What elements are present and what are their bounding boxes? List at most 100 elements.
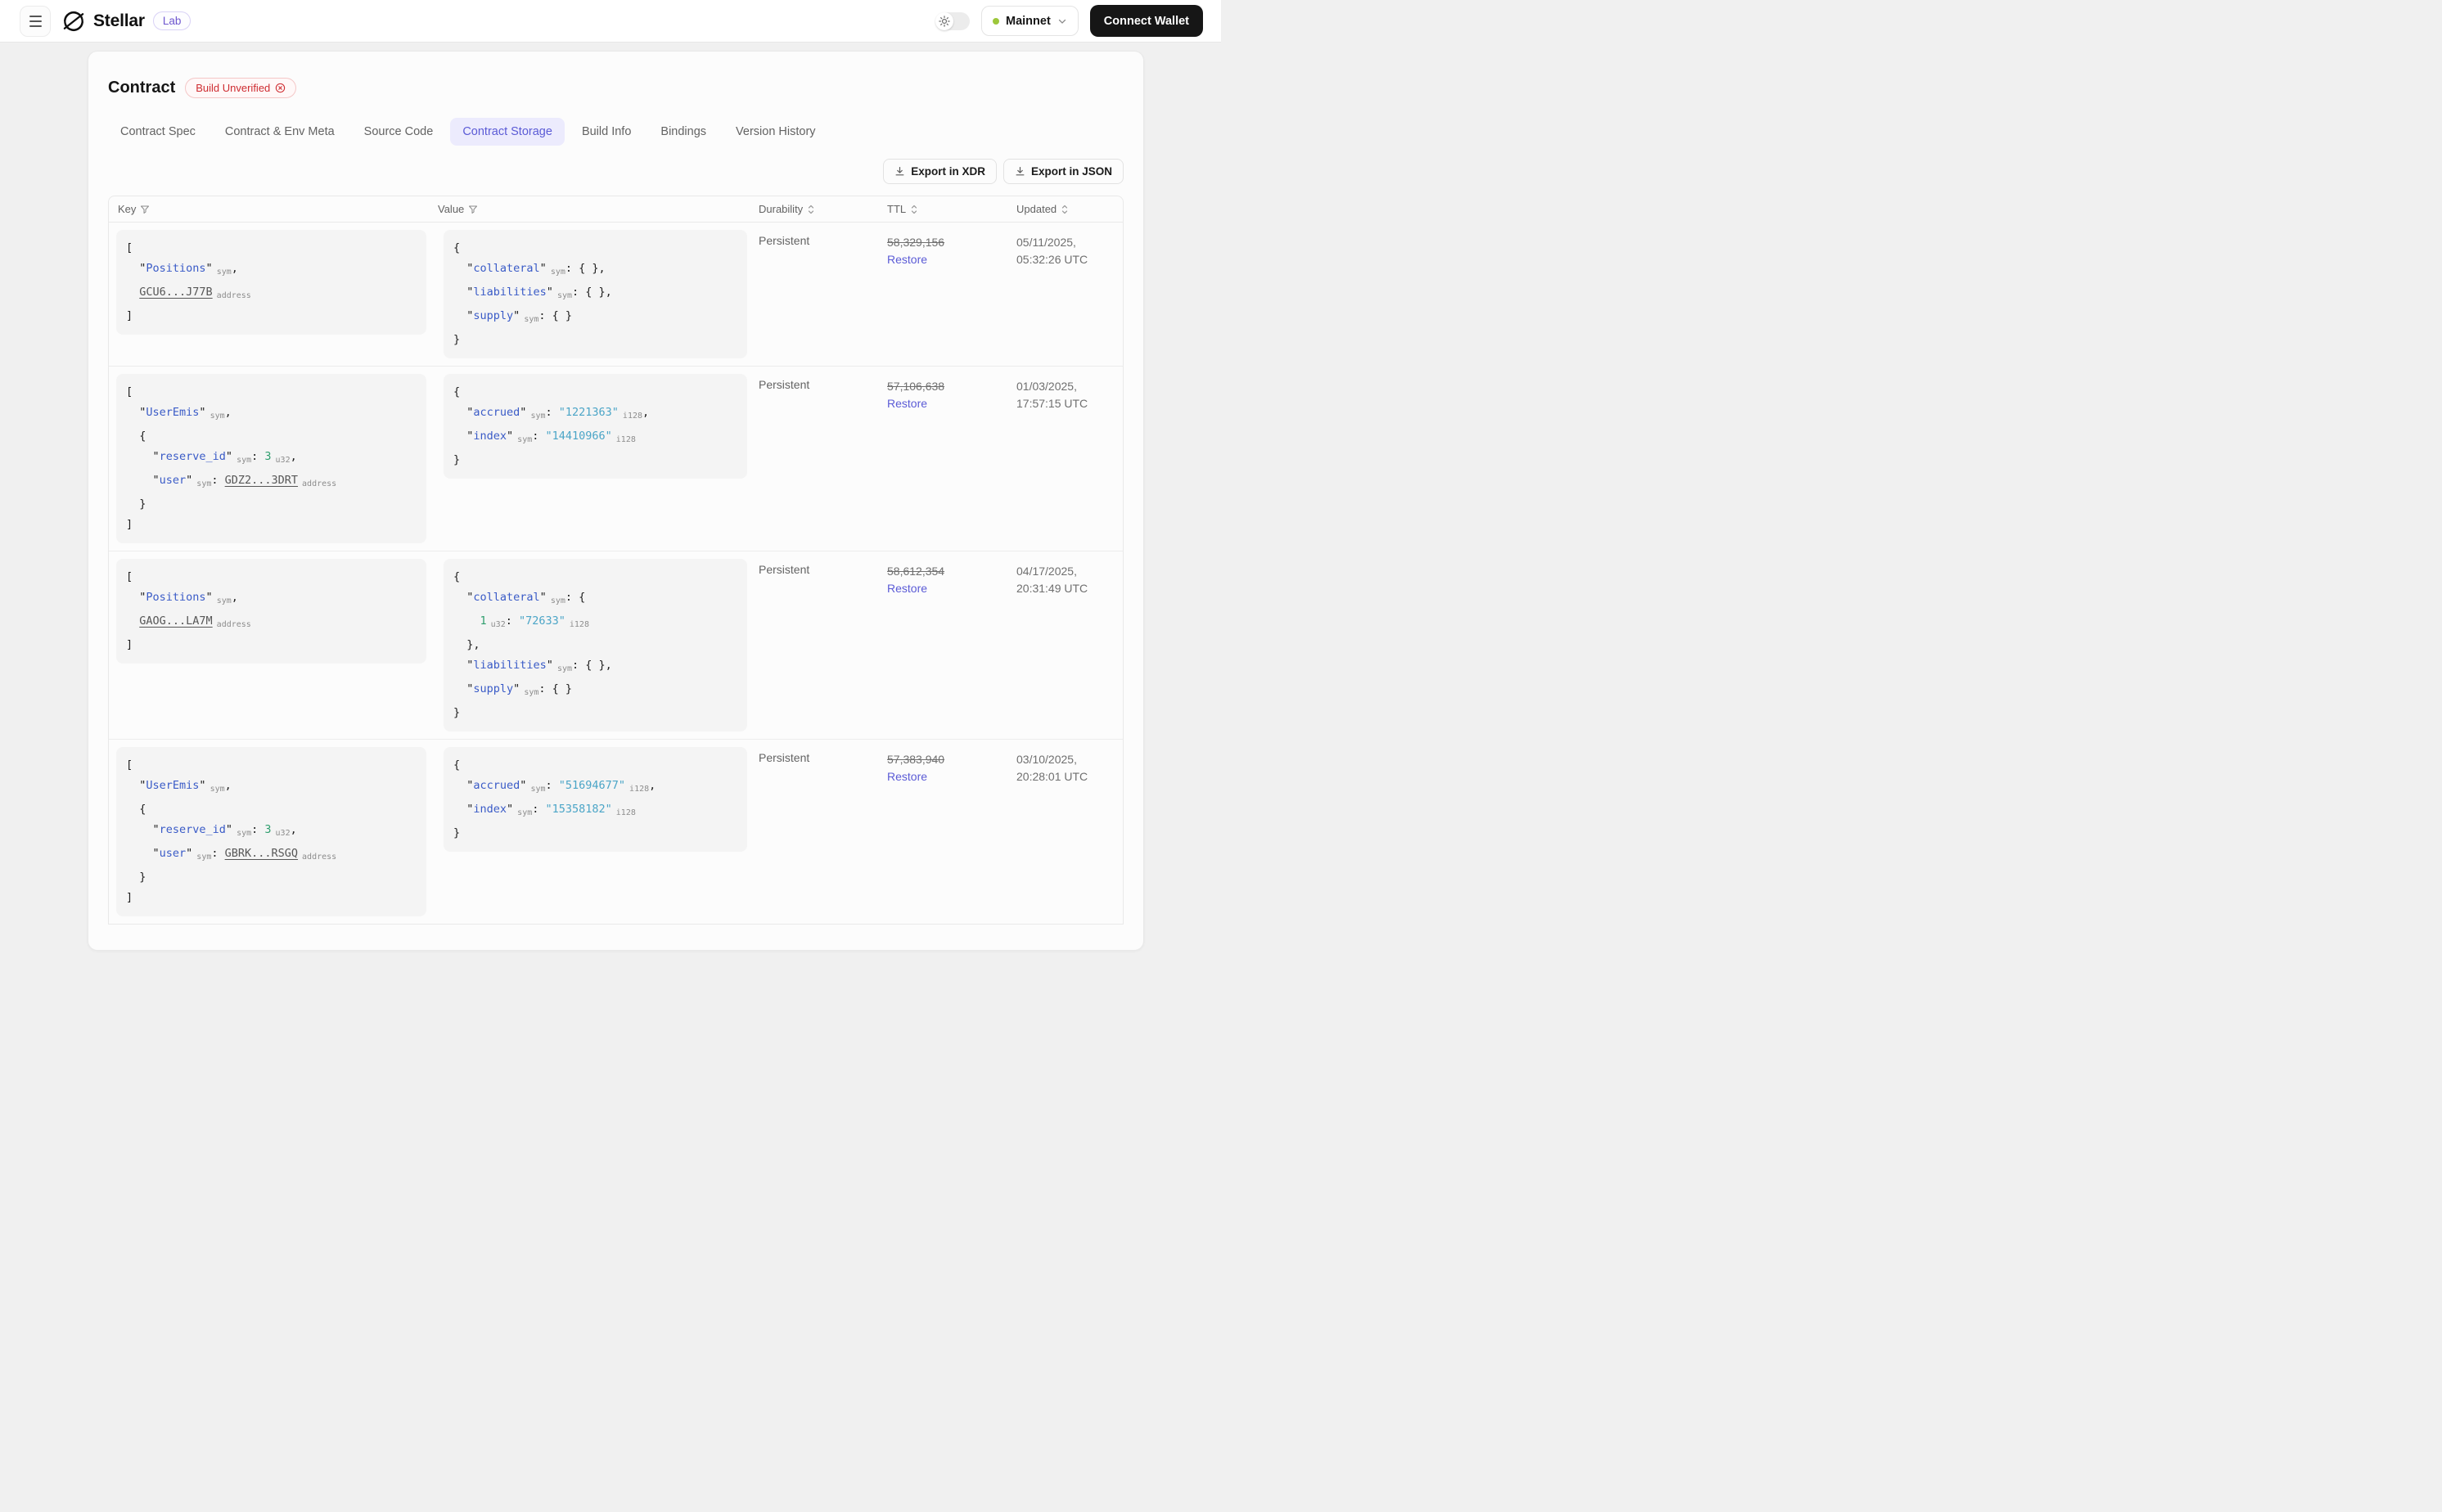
updated-line: 05:32:26 UTC (1016, 253, 1088, 266)
connect-wallet-button[interactable]: Connect Wallet (1089, 5, 1203, 37)
code-token: sym (524, 688, 539, 697)
table-row: [ "Positions" sym, GAOG...LA7M address]{ "… (109, 551, 1123, 740)
value-cell: { "accrued" sym: "1221363" i128, "index" sy… (436, 367, 757, 551)
brand[interactable]: Stellar Lab (62, 10, 191, 33)
code-line: GCU6...J77B address (126, 282, 417, 306)
code-token: { (453, 241, 461, 254)
filter-icon[interactable] (140, 205, 150, 214)
table-row: [ "UserEmis" sym, { "reserve_id" sym: 3 u32… (109, 740, 1123, 924)
restore-link[interactable]: Restore (887, 768, 927, 785)
build-unverified-label: Build Unverified (196, 82, 271, 94)
tab-contract-spec[interactable]: Contract Spec (108, 118, 208, 146)
tab-source-code[interactable]: Source Code (352, 118, 446, 146)
code-token: collateral (473, 591, 540, 604)
export-json-button[interactable]: Export in JSON (1002, 159, 1124, 184)
code-token: " (199, 406, 206, 419)
theme-toggle[interactable] (935, 11, 971, 30)
code-line: { (453, 382, 737, 403)
code-token: index (473, 803, 507, 816)
key-code-block: [ "UserEmis" sym, { "reserve_id" sym: 3 u32… (116, 374, 426, 543)
sort-icon[interactable] (910, 204, 918, 215)
tab-contract-storage[interactable]: Contract Storage (450, 118, 565, 146)
code-token: } (126, 871, 146, 884)
code-token: " (126, 450, 160, 463)
code-token: address (302, 479, 337, 488)
code-token: ] (126, 309, 133, 322)
durability-cell: Persistent (759, 751, 810, 764)
restore-link[interactable]: Restore (887, 580, 927, 597)
ttl-value: 58,329,156 (887, 236, 945, 249)
network-selector[interactable]: Mainnet (981, 6, 1079, 36)
restore-link[interactable]: Restore (887, 395, 927, 412)
circle-x-icon[interactable] (275, 83, 286, 93)
download-icon (1015, 166, 1025, 177)
filter-icon[interactable] (468, 205, 478, 214)
table-header-row: Key Value Durability TTL Updated (109, 196, 1123, 223)
code-token: { (453, 385, 461, 398)
code-token: sym (524, 315, 539, 324)
updated-cell: 01/03/2025, 17:57:15 UTC (1015, 367, 1123, 551)
column-header-key[interactable]: Key (109, 203, 436, 215)
address-link[interactable]: GBRK...RSGQ (225, 847, 298, 860)
sort-icon[interactable] (1061, 204, 1069, 215)
column-header-updated[interactable]: Updated (1015, 203, 1123, 215)
value-code-block: { "accrued" sym: "51694677" i128, "index" s… (444, 747, 747, 852)
code-token: : { } (538, 682, 573, 695)
code-token: ] (126, 891, 133, 904)
key-cell: [ "Positions" sym, GCU6...J77B address] (109, 223, 436, 366)
code-line: } (453, 450, 737, 470)
column-label: Durability (759, 203, 804, 215)
code-token: sym (196, 853, 212, 862)
column-header-value[interactable]: Value (436, 203, 757, 215)
code-token: sym (237, 829, 252, 838)
stellar-logo-icon (62, 10, 85, 33)
code-token: supply (473, 309, 514, 322)
code-token: : (211, 847, 225, 860)
restore-link[interactable]: Restore (887, 251, 927, 268)
code-token: " (126, 847, 160, 860)
ttl-cell: 57,383,940 Restore (885, 740, 1015, 924)
updated-line: 20:31:49 UTC (1016, 582, 1088, 595)
sort-icon[interactable] (807, 204, 815, 215)
code-token: " (126, 823, 160, 836)
code-token: " (225, 450, 233, 463)
address-link[interactable]: GDZ2...3DRT (225, 474, 298, 487)
key-code-block: [ "UserEmis" sym, { "reserve_id" sym: 3 u32… (116, 747, 426, 916)
value-code-block: { "collateral" sym: { 1 u32: "72633" i128 }… (444, 559, 747, 731)
code-line: } (126, 494, 417, 515)
contract-storage-table: Key Value Durability TTL Updated [ "Position… (108, 196, 1124, 925)
code-token: : (505, 614, 519, 628)
code-line: "UserEmis" sym, (126, 776, 417, 799)
build-unverified-badge: Build Unverified (185, 78, 297, 98)
code-token: " (453, 779, 474, 792)
code-token: " (126, 591, 146, 604)
lab-badge: Lab (152, 11, 191, 30)
code-token: sym (210, 412, 225, 421)
hamburger-menu-button[interactable] (20, 5, 51, 37)
code-line: ] (126, 306, 417, 326)
address-link[interactable]: GAOG...LA7M (139, 614, 212, 628)
column-header-durability[interactable]: Durability (757, 203, 885, 215)
tab-bindings[interactable]: Bindings (648, 118, 719, 146)
code-line: { (453, 238, 737, 259)
ttl-cell: 58,612,354 Restore (885, 551, 1015, 739)
address-link[interactable]: GCU6...J77B (139, 286, 212, 299)
tab-build-info[interactable]: Build Info (570, 118, 643, 146)
code-line: "reserve_id" sym: 3 u32, (126, 820, 417, 844)
tab-contract-env-meta[interactable]: Contract & Env Meta (213, 118, 347, 146)
tab-version-history[interactable]: Version History (723, 118, 828, 146)
code-token: sym (216, 596, 232, 605)
column-header-ttl[interactable]: TTL (885, 203, 1015, 215)
code-token: index (473, 430, 507, 443)
code-token: collateral (473, 262, 540, 275)
code-line: "reserve_id" sym: 3 u32, (126, 447, 417, 470)
code-token: " (126, 779, 146, 792)
code-token: Positions (146, 262, 206, 275)
code-token: : (251, 450, 265, 463)
export-xdr-button[interactable]: Export in XDR (883, 159, 997, 184)
code-token: reserve_id (159, 823, 226, 836)
code-token: " (453, 262, 474, 275)
code-token: " (507, 430, 514, 443)
code-line: { (126, 426, 417, 447)
code-token: " (126, 406, 146, 419)
